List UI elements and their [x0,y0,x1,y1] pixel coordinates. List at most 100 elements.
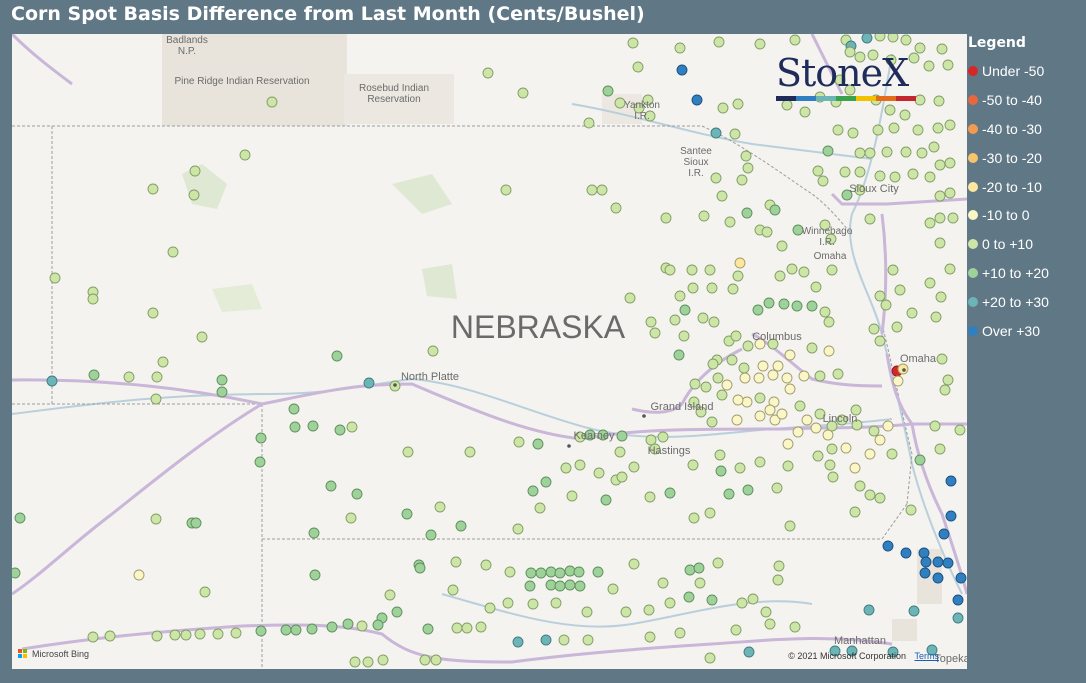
basis-point[interactable] [419,654,431,666]
basis-point[interactable] [704,264,716,276]
basis-point[interactable] [767,369,779,381]
legend-item[interactable]: 0 to +10 [968,230,1082,259]
basis-point[interactable] [706,594,718,606]
basis-point[interactable] [450,556,462,568]
basis-point[interactable] [882,420,894,432]
legend-item[interactable]: -20 to -10 [968,172,1082,201]
basis-point[interactable] [384,589,396,601]
basis-point[interactable] [610,202,622,214]
basis-point[interactable] [874,170,886,182]
basis-point[interactable] [280,624,292,636]
basis-point[interactable] [712,557,724,569]
basis-point[interactable] [944,187,956,199]
basis-point[interactable] [230,627,242,639]
basis-point[interactable] [928,141,940,153]
basis-point[interactable] [290,624,302,636]
basis-point[interactable] [716,190,728,202]
basis-point[interactable] [689,378,701,390]
basis-point[interactable] [592,566,604,578]
basis-point[interactable] [887,264,899,276]
basis-point[interactable] [918,547,930,559]
basis-point[interactable] [955,572,967,584]
basis-point[interactable] [545,566,557,578]
basis-point[interactable] [806,342,818,354]
basis-point[interactable] [12,567,21,579]
basis-point[interactable] [864,489,876,501]
basis-point[interactable] [736,597,748,609]
basis-point[interactable] [743,646,755,658]
basis-point[interactable] [167,246,179,258]
basis-point[interactable] [724,216,736,228]
basis-point[interactable] [854,166,866,178]
basis-point[interactable] [14,512,26,524]
basis-point[interactable] [372,619,384,631]
basis-point[interactable] [266,96,278,108]
basis-point[interactable] [717,102,729,114]
basis-point[interactable] [157,356,169,368]
basis-point[interactable] [754,410,766,422]
basis-point[interactable] [772,574,784,586]
basis-point[interactable] [798,370,810,382]
basis-point[interactable] [819,306,831,318]
basis-point[interactable] [169,629,181,641]
legend-item[interactable]: +20 to +30 [968,287,1082,316]
basis-point[interactable] [817,175,829,187]
basis-point[interactable] [934,237,946,249]
basis-point[interactable] [784,383,796,395]
basis-point[interactable] [484,602,496,614]
basis-point[interactable] [939,384,951,396]
basis-point[interactable] [697,312,709,324]
basis-point[interactable] [628,461,640,473]
basis-point[interactable] [356,620,368,632]
basis-point[interactable] [255,432,267,444]
basis-point[interactable] [732,98,744,110]
basis-point[interactable] [151,371,163,383]
basis-point[interactable] [707,358,719,370]
basis-point[interactable] [861,34,873,44]
basis-point[interactable] [504,566,516,578]
basis-point[interactable] [952,594,964,606]
basis-point[interactable] [212,628,224,640]
basis-point[interactable] [914,94,926,106]
basis-point[interactable] [307,420,319,432]
basis-point[interactable] [864,147,876,159]
basis-point[interactable] [823,345,835,357]
basis-point[interactable] [832,124,844,136]
basis-point[interactable] [935,291,947,303]
basis-point[interactable] [628,558,640,570]
basis-point[interactable] [936,43,948,55]
basis-point[interactable] [806,300,818,312]
basis-point[interactable] [676,64,688,76]
basis-point[interactable] [362,656,374,668]
basis-point[interactable] [791,300,803,312]
basis-point[interactable] [430,654,442,666]
basis-point[interactable] [616,430,628,442]
basis-point[interactable] [905,504,917,516]
basis-point[interactable] [706,416,718,428]
basis-point[interactable] [573,566,585,578]
basis-point[interactable] [832,368,844,380]
basis-point[interactable] [736,174,748,186]
basis-point[interactable] [574,580,586,592]
basis-point[interactable] [826,443,838,455]
basis-point[interactable] [934,190,946,202]
basis-point[interactable] [377,654,389,666]
basis-point[interactable] [952,612,964,624]
basis-point[interactable] [687,282,699,294]
basis-point[interactable] [886,448,898,460]
basis-point[interactable] [189,165,201,177]
basis-point[interactable] [593,467,605,479]
basis-point[interactable] [657,431,669,443]
basis-point[interactable] [924,277,936,289]
basis-point[interactable] [87,293,99,305]
basis-point[interactable] [180,629,192,641]
basis-point[interactable] [694,577,706,589]
basis-point[interactable] [451,622,463,634]
basis-point[interactable] [558,634,570,646]
basis-point[interactable] [945,475,957,487]
basis-point[interactable] [540,634,552,646]
basis-point[interactable] [934,443,946,455]
basis-point[interactable] [732,394,744,406]
basis-point[interactable] [929,420,941,432]
basis-point[interactable] [87,631,99,643]
